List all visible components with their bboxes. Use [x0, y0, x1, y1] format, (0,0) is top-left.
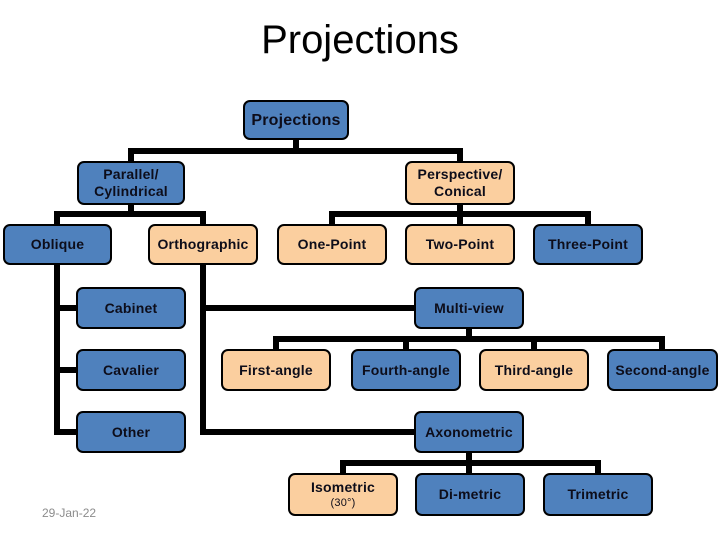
edge-axonometric-children	[340, 450, 472, 476]
node-label: Third-angle	[494, 361, 574, 378]
node-label: Multi-view	[434, 299, 504, 316]
node-label-line2: (30°)	[330, 497, 356, 509]
edge-perspective-three-point	[457, 211, 591, 227]
node-label: Isometric	[310, 479, 376, 495]
node-oblique: Oblique	[3, 224, 112, 265]
node-first-angle: First-angle	[221, 349, 331, 391]
node-label: Parallel/	[103, 166, 159, 182]
node-three-point: Three-Point	[533, 224, 643, 265]
node-perspective-conical: Perspective/Conical	[405, 161, 515, 205]
node-di-metric: Di-metric	[415, 473, 525, 516]
node-label: Oblique	[30, 236, 85, 252]
node-label: Perspective/	[417, 166, 503, 182]
node-isometric: Isometric (30°)	[288, 473, 398, 516]
edge-multiview-second	[531, 336, 665, 352]
node-label: One-Point	[297, 236, 367, 252]
node-multi-view: Multi-view	[414, 287, 524, 329]
slide-date: 29-Jan-22	[42, 506, 97, 520]
node-parallel-cylindrical: Parallel/Cylindrical	[77, 161, 185, 205]
node-third-angle: Third-angle	[479, 349, 589, 391]
node-label: Cavalier	[102, 361, 160, 378]
edge-axonometric-trimetric	[466, 460, 601, 476]
node-label: Projections	[251, 111, 341, 129]
node-label-line2: Conical	[434, 183, 486, 199]
node-one-point: One-Point	[277, 224, 387, 265]
node-label: First-angle	[239, 361, 313, 378]
node-label: Di-metric	[438, 486, 502, 502]
edge-root-perspective	[293, 148, 463, 164]
node-label-line2: Cylindrical	[94, 183, 168, 199]
node-label: Other	[111, 423, 151, 440]
node-other: Other	[76, 411, 186, 453]
node-trimetric: Trimetric	[543, 473, 653, 516]
edge-multiview-children	[273, 326, 472, 352]
node-label: Cabinet	[104, 299, 158, 316]
node-cabinet: Cabinet	[76, 287, 186, 329]
edge-oblique-children	[54, 262, 79, 435]
node-fourth-angle: Fourth-angle	[351, 349, 461, 391]
node-label: Orthographic	[157, 236, 249, 252]
node-label: Second-angle	[615, 361, 710, 378]
edge-perspective-one-point	[329, 202, 463, 227]
node-orthographic: Orthographic	[148, 224, 258, 265]
node-label: Fourth-angle	[362, 361, 450, 378]
edge-multiview-third	[466, 336, 537, 352]
node-axonometric: Axonometric	[414, 411, 524, 453]
node-cavalier: Cavalier	[76, 349, 186, 391]
edge-parallel-oblique	[54, 202, 134, 227]
connector-lines	[54, 137, 665, 476]
edge-parallel-orthographic	[128, 211, 206, 227]
edge-root-parallel	[128, 137, 299, 164]
node-two-point: Two-Point	[405, 224, 515, 265]
node-label: Two-Point	[425, 236, 495, 252]
node-label: Trimetric	[567, 486, 629, 502]
node-second-angle: Second-angle	[607, 349, 718, 391]
node-projections-root: Projections	[243, 100, 349, 140]
node-label: Three-Point	[548, 236, 628, 252]
node-label: Axonometric	[425, 423, 513, 440]
